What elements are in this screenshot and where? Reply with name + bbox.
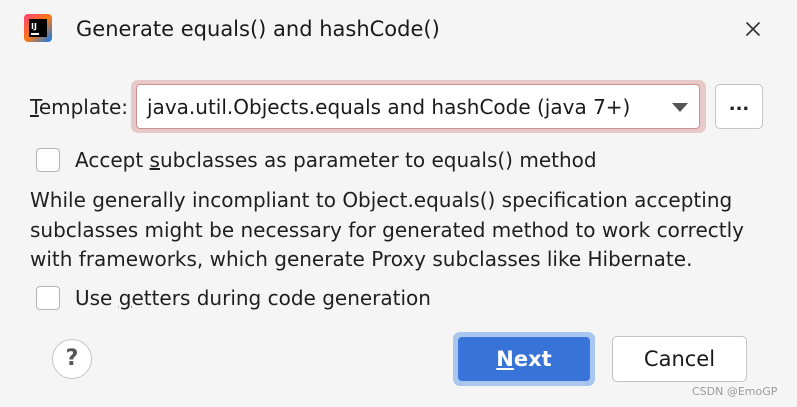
description-line-3: with frameworks, which generate Proxy su… bbox=[30, 247, 693, 271]
use-getters-label: Use getters during code generation bbox=[75, 284, 431, 312]
use-getters-label-suffix: etters during code generation bbox=[131, 286, 431, 310]
next-button-label: ext bbox=[513, 347, 552, 371]
chevron-down-icon bbox=[672, 103, 688, 112]
template-label-mnemonic: T bbox=[30, 95, 39, 119]
accept-subclasses-label-prefix: Accept bbox=[75, 148, 150, 172]
dialog-title: Generate equals() and hashCode() bbox=[76, 17, 440, 41]
watermark: CSDN @EmoGP bbox=[692, 385, 778, 398]
template-label-text: emplate: bbox=[38, 95, 129, 119]
intellij-idea-icon: IJ bbox=[24, 14, 52, 42]
accept-subclasses-label: Accept subclasses as parameter to equals… bbox=[75, 146, 597, 174]
close-icon bbox=[745, 21, 761, 37]
accept-subclasses-label-suffix: ubclasses as parameter to equals() metho… bbox=[159, 148, 597, 172]
use-getters-option[interactable]: Use getters during code generation bbox=[36, 284, 431, 312]
next-button-mnemonic: N bbox=[496, 347, 514, 371]
template-dropdown[interactable]: java.util.Objects.equals and hashCode (j… bbox=[136, 84, 700, 129]
subclasses-description: While generally incompliant to Object.eq… bbox=[30, 186, 770, 275]
generate-equals-hashcode-dialog: IJ Generate equals() and hashCode() Temp… bbox=[0, 0, 797, 407]
close-button[interactable] bbox=[740, 16, 766, 42]
cancel-button[interactable]: Cancel bbox=[612, 336, 747, 382]
template-selected-value: java.util.Objects.equals and hashCode (j… bbox=[147, 95, 631, 119]
use-getters-label-mnemonic: g bbox=[118, 286, 132, 310]
browse-templates-button[interactable]: ... bbox=[715, 84, 763, 129]
next-button[interactable]: Next bbox=[458, 337, 590, 381]
accept-subclasses-label-mnemonic: s bbox=[149, 148, 160, 172]
accept-subclasses-checkbox[interactable] bbox=[36, 148, 60, 172]
use-getters-checkbox[interactable] bbox=[36, 286, 60, 310]
title-bar: IJ Generate equals() and hashCode() bbox=[0, 0, 797, 60]
description-line-1: While generally incompliant to Object.eq… bbox=[30, 188, 733, 212]
template-label: Template: bbox=[30, 93, 128, 121]
help-icon: ? bbox=[65, 346, 79, 371]
use-getters-label-prefix: Use bbox=[75, 286, 119, 310]
help-button[interactable]: ? bbox=[52, 339, 92, 379]
accept-subclasses-option[interactable]: Accept subclasses as parameter to equals… bbox=[36, 146, 597, 174]
svg-text:IJ: IJ bbox=[31, 22, 37, 31]
description-line-2: subclasses might be necessary for genera… bbox=[30, 217, 745, 242]
